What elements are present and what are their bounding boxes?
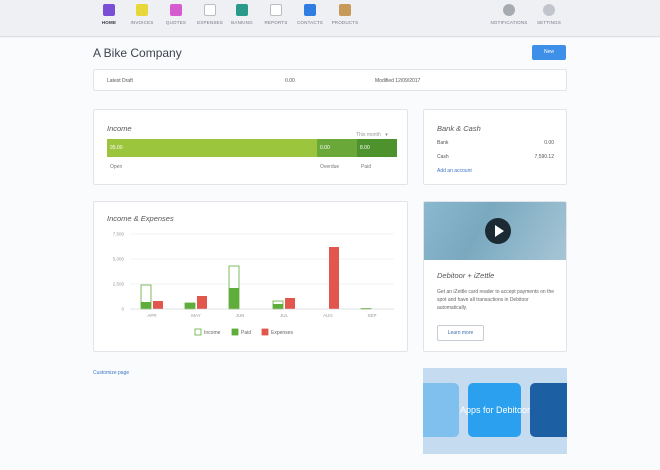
paid-bar	[229, 288, 239, 309]
contacts-icon	[304, 4, 316, 16]
bank-cash-card: Bank & Cash Bank 0.00 Cash 7,590.12 Add …	[423, 109, 567, 185]
expenses-bar	[197, 296, 207, 309]
quote-icon	[170, 4, 182, 16]
income-expenses-chart: 7,500 5,000 2,500 0 APR MAY JUN JUL AUG SEP Income…	[113, 232, 394, 336]
nav-label-settings: SETTINGS	[536, 20, 562, 25]
nav-item-settings[interactable]: SETTINGS	[529, 4, 569, 25]
bar-chart-icon	[103, 4, 115, 16]
x-tick-label: JUL	[280, 313, 288, 318]
bell-icon	[503, 4, 515, 16]
x-tick-label: SEP	[367, 313, 376, 318]
legend-swatch	[261, 328, 269, 336]
nav-label-products: PRODUCTS	[331, 20, 359, 25]
income-overdue-segment[interactable]: 0.00	[317, 139, 357, 157]
x-tick-label: JUN	[236, 313, 245, 318]
open-label: Open	[110, 164, 123, 170]
nav-label-notifications: NOTIFICATIONS	[490, 20, 528, 25]
overdue-value: 0.00	[320, 145, 330, 151]
play-icon[interactable]	[485, 218, 511, 244]
latest-draft-row[interactable]: Latest Draft 0.00 Modified 12/09/2017	[93, 69, 567, 91]
paid-label: Paid	[361, 164, 372, 170]
y-tick-label: 0	[121, 307, 124, 312]
draft-label: Latest Draft	[107, 78, 133, 84]
x-tick-label: AUG	[323, 313, 333, 318]
bank-icon	[236, 4, 248, 16]
promo-body: Get an iZettle card reader to accept pay…	[437, 289, 555, 311]
expenses-bar	[329, 247, 339, 309]
customize-page-link[interactable]: Customize page	[93, 370, 129, 376]
draft-amount: 0.00	[285, 78, 295, 84]
expenses-bar	[285, 298, 295, 309]
y-tick-label: 2,500	[113, 282, 125, 287]
paid-bar	[273, 304, 283, 309]
nav-item-products[interactable]: PRODUCTS	[325, 4, 365, 25]
add-account-link[interactable]: Add an account	[437, 168, 472, 174]
nav-item-notifications[interactable]: NOTIFICATIONS	[489, 4, 529, 25]
bank-row-value: 0.00	[544, 140, 554, 146]
cash-row-label: Cash	[437, 154, 449, 160]
paid-bar	[141, 302, 151, 309]
income-open-segment[interactable]: 95.00	[107, 139, 317, 157]
legend-label: Expenses	[271, 330, 293, 336]
overdue-label: Overdue	[320, 164, 340, 170]
expenses-bar	[153, 301, 163, 309]
legend-swatch	[194, 328, 202, 336]
expense-icon	[204, 4, 216, 16]
promo-video[interactable]	[424, 202, 566, 260]
period-label: This month	[356, 132, 381, 138]
income-bar[interactable]: 95.00 0.00 8.00	[107, 139, 397, 157]
income-card: Income This month ▾ 95.00 0.00 8.00 Open…	[93, 109, 408, 185]
nav-item-contacts[interactable]: CONTACTS	[290, 4, 330, 25]
learn-more-button[interactable]: Learn more	[437, 325, 484, 341]
chevron-down-icon: ▾	[385, 132, 388, 138]
new-button[interactable]: New	[532, 45, 566, 60]
nav-label-contacts: CONTACTS	[296, 20, 324, 25]
open-value: 95.00	[110, 145, 123, 151]
cash-row-value: 7,590.12	[534, 154, 554, 160]
bank-row-label: Bank	[437, 140, 449, 146]
y-tick-label: 7,500	[113, 232, 125, 237]
paid-bar	[185, 303, 195, 309]
x-tick-label: MAY	[191, 313, 200, 318]
paid-value: 8.00	[360, 145, 370, 151]
legend-label: Paid	[241, 330, 251, 336]
report-icon	[270, 4, 282, 16]
income-paid-segment[interactable]: 8.00	[357, 139, 397, 157]
income-expenses-card: Income & Expenses 7,500 5,000 2,500 0 APR MAY…	[93, 201, 408, 352]
izettle-promo-card: Debitoor + iZettle Get an iZettle card r…	[423, 201, 567, 352]
apps-banner[interactable]: Apps for Debitoor	[423, 368, 567, 454]
invoice-icon	[136, 4, 148, 16]
box-icon	[339, 4, 351, 16]
apps-banner-text: Apps for Debitoor	[459, 405, 531, 415]
legend-label: Income	[204, 330, 221, 336]
y-tick-label: 5,000	[113, 257, 125, 262]
promo-title: Debitoor + iZettle	[437, 271, 495, 280]
gear-icon	[543, 4, 555, 16]
income-title: Income	[107, 124, 132, 133]
draft-modified: Modified 12/09/2017	[375, 78, 421, 84]
bank-title: Bank & Cash	[437, 124, 481, 133]
page-title: A Bike Company	[93, 46, 182, 60]
legend-swatch	[231, 328, 239, 336]
x-tick-label: APR	[147, 313, 157, 318]
top-navigation: HOME INVOICES QUOTES EXPENSES BANKING RE…	[0, 0, 660, 37]
